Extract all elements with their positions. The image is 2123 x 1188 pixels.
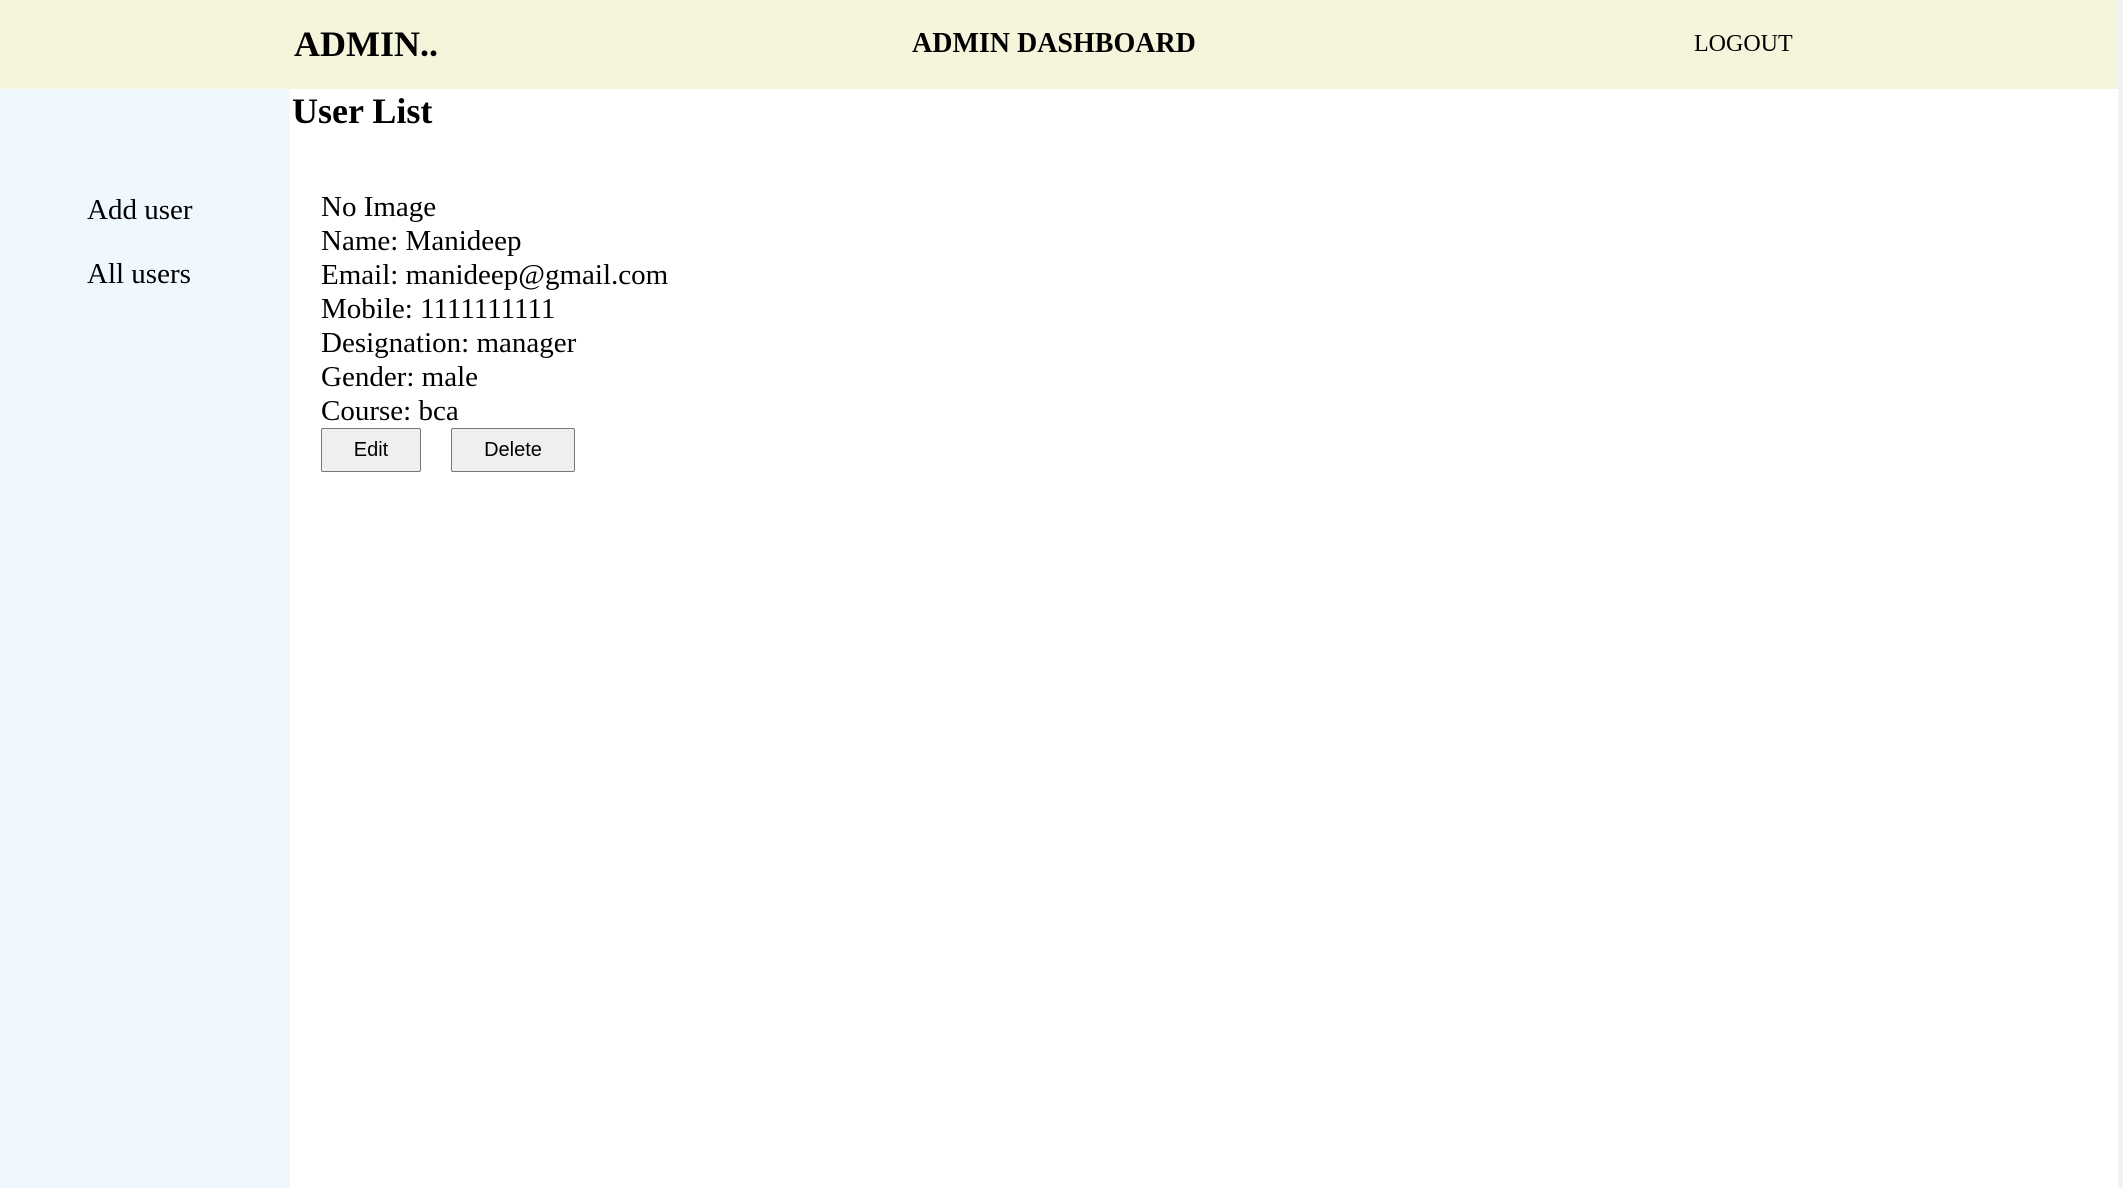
delete-button[interactable]: Delete (451, 428, 575, 472)
user-mobile: Mobile: 1111111111 (321, 293, 556, 325)
user-card: No Image Name: Manideep Email: manideep@… (321, 190, 669, 472)
edit-button[interactable]: Edit (321, 428, 421, 472)
user-course: Course: bca (321, 395, 459, 427)
sidebar: Add user All users (0, 89, 290, 1188)
user-designation: Designation: manager (321, 327, 577, 359)
user-email: Email: manideep@gmail.com (321, 259, 669, 291)
sidebar-item-all-users[interactable]: All users (87, 254, 191, 294)
sidebar-item-add-user[interactable]: Add user (87, 190, 193, 230)
logout-link[interactable]: LOGOUT (1694, 26, 1793, 62)
user-actions: Edit Delete (321, 428, 581, 474)
user-name: Name: Manideep (321, 225, 522, 257)
page-title: User List (292, 91, 433, 131)
window-right-edge (2118, 0, 2123, 1188)
user-image-placeholder: No Image (321, 191, 437, 223)
user-gender: Gender: male (321, 361, 479, 393)
brand-logo-text: ADMIN.. (294, 24, 438, 64)
header-title: ADMIN DASHBOARD (912, 28, 1196, 59)
top-header: ADMIN.. ADMIN DASHBOARD LOGOUT (0, 0, 2118, 89)
